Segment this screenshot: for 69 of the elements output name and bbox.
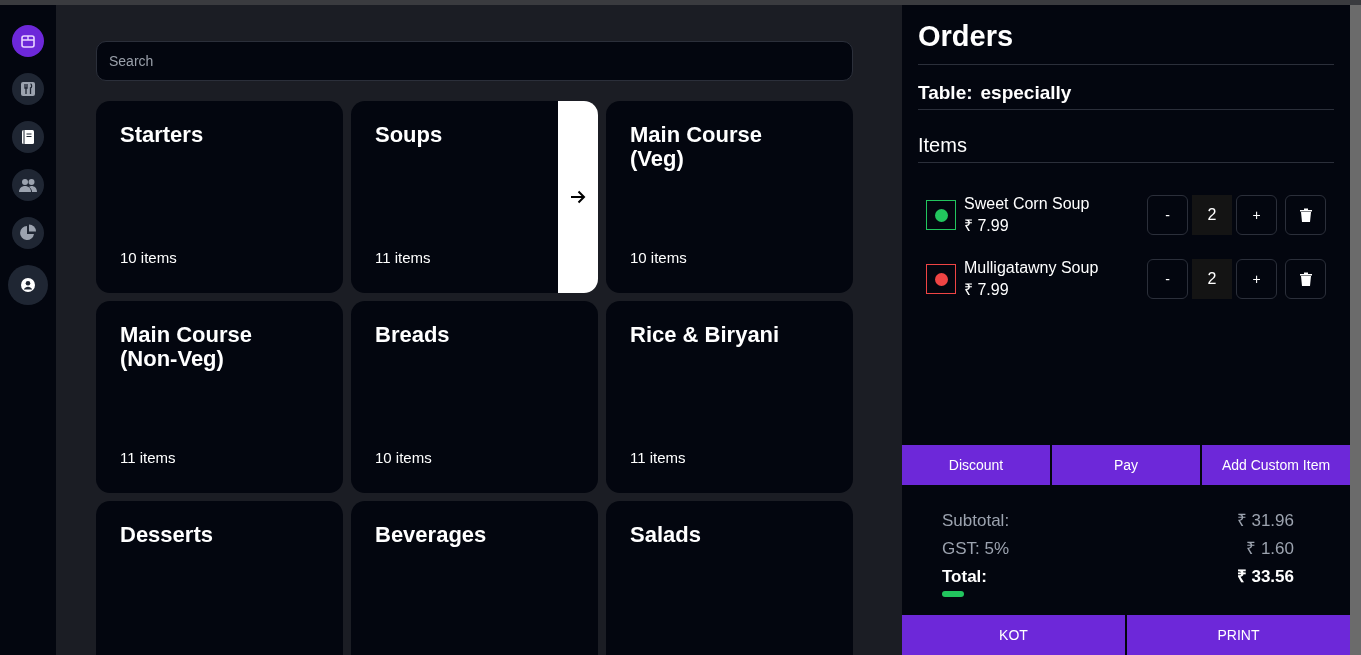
trash-icon (1299, 208, 1312, 223)
item-count: 10 items (630, 247, 688, 268)
category-card[interactable]: Desserts (96, 501, 343, 655)
item-price: ₹ 7.99 (964, 216, 1010, 237)
action-button[interactable]: Discount (902, 445, 1050, 485)
delete-button[interactable] (1285, 195, 1326, 236)
status-bar (942, 591, 964, 597)
category-name: Starters (120, 123, 205, 148)
sidebar-button[interactable] (12, 169, 44, 201)
sidebar-button[interactable] (12, 73, 44, 105)
action-button[interactable]: Add Custom Item (1200, 445, 1350, 485)
user-icon (21, 278, 35, 292)
sidebar-button[interactable] (12, 121, 44, 153)
category-name: Beverages (375, 523, 488, 548)
category-card[interactable]: Main Course (Non-Veg) 11 items (96, 301, 343, 493)
category-card[interactable]: Soups 11 items (351, 101, 598, 293)
increase-button[interactable]: + (1236, 195, 1277, 236)
summary-value: ₹ 1.60 (1246, 538, 1294, 560)
quantity-value: 2 (1192, 195, 1232, 236)
quantity-value: 2 (1192, 259, 1232, 300)
sidebar-button[interactable] (8, 265, 48, 305)
category-name: Soups (375, 123, 444, 148)
category-name: Desserts (120, 523, 214, 548)
sidebar-button[interactable] (12, 217, 44, 249)
item-name: Mulligatawny Soup (964, 257, 1100, 278)
category-card[interactable]: Main Course (Veg) 10 items (606, 101, 853, 293)
increase-button[interactable]: + (1236, 259, 1277, 300)
category-name: Rice & Biryani (630, 323, 781, 348)
item-count: 11 items (375, 247, 432, 268)
item-count: 10 items (120, 247, 178, 268)
table-name: especially (980, 80, 1072, 105)
summary-value: ₹ 31.96 (1236, 510, 1294, 532)
arrow-right-icon (570, 190, 586, 204)
table-label: Table: (918, 80, 973, 105)
scrollbar[interactable] (1350, 5, 1361, 655)
sidebar-button[interactable] (12, 25, 44, 57)
action-button[interactable]: Pay (1050, 445, 1200, 485)
category-card[interactable]: Salads (606, 501, 853, 655)
items-heading: Items (918, 110, 1334, 164)
summary-label: GST: 5% (942, 538, 1010, 560)
users-icon (19, 177, 37, 193)
item-count: 11 items (120, 447, 177, 468)
item-count: 10 items (375, 447, 433, 468)
category-card[interactable]: Starters 10 items (96, 101, 343, 293)
category-card[interactable]: Beverages (351, 501, 598, 655)
cutlery-icon (20, 81, 36, 97)
item-name: Sweet Corn Soup (964, 193, 1091, 214)
decrease-button[interactable]: - (1147, 259, 1188, 300)
search-field[interactable]: Search (96, 41, 853, 81)
category-name: Breads (375, 323, 451, 348)
book-icon (20, 129, 36, 145)
trash-icon (1299, 272, 1312, 287)
category-card[interactable]: Breads 10 items (351, 301, 598, 493)
pie-chart-icon (19, 224, 37, 242)
decrease-button[interactable]: - (1147, 195, 1188, 236)
item-count: 11 items (630, 447, 687, 468)
summary-value: ₹ 33.56 (1236, 566, 1294, 588)
category-name: Salads (630, 523, 702, 548)
footer-button[interactable]: KOT (902, 615, 1125, 655)
category-card[interactable]: Rice & Biryani 11 items (606, 301, 853, 493)
category-name: Main Course (Veg) (630, 123, 764, 172)
summary-label: Subtotal: (942, 510, 1010, 532)
summary-label: Total: (942, 566, 987, 588)
footer-button[interactable]: PRINT (1125, 615, 1350, 655)
orders-title: Orders (918, 19, 1334, 65)
item-price: ₹ 7.99 (964, 280, 1010, 301)
delete-button[interactable] (1285, 259, 1326, 300)
box-icon (20, 33, 36, 49)
category-name: Main Course (Non-Veg) (120, 323, 254, 372)
